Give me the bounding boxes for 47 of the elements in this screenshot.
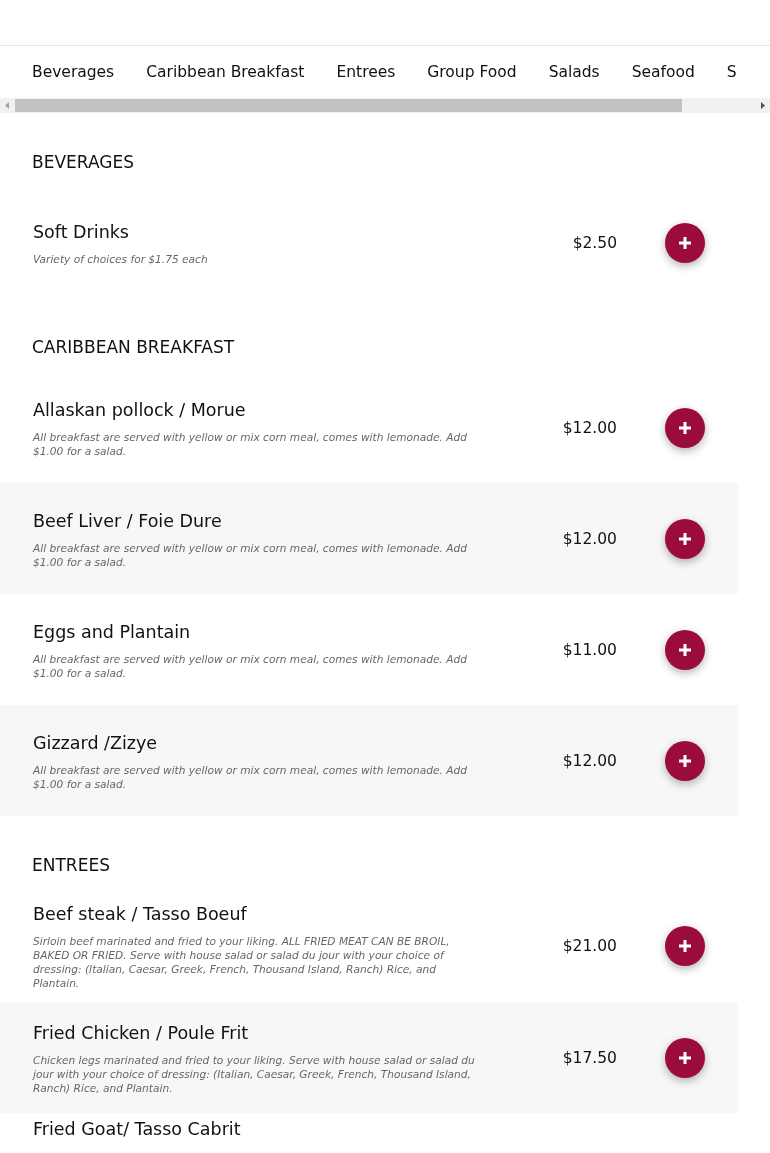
- item-price: $12.00: [562, 751, 617, 770]
- item-name: Fried Chicken / Poule Frit: [33, 1021, 250, 1045]
- item-description: All breakfast are served with yellow or mix corn meal, comes with lemonade. Add $1.00 for a salad.: [33, 540, 468, 569]
- add-button[interactable]: [665, 629, 705, 670]
- item-description: Variety of choices for $1.75 each: [33, 251, 209, 266]
- item-price: $11.00: [562, 640, 617, 659]
- item-name: Beef steak / Tasso Boeuf: [33, 903, 248, 926]
- add-button[interactable]: [665, 1037, 705, 1078]
- item-name: Allaskan pollock / Morue: [33, 398, 247, 422]
- item-name: Beef Liver / Foie Dure: [33, 509, 223, 533]
- section-heading: BEVERAGES: [31, 151, 135, 174]
- plus-icon: [678, 235, 692, 250]
- add-button[interactable]: [665, 222, 705, 263]
- category-tab[interactable]: S: [726, 63, 737, 81]
- item-description: All breakfast are served with yellow or mix corn meal, comes with lemonade. Add $1.00 for a salad.: [33, 651, 468, 680]
- item-description: All breakfast are served with yellow or mix corn meal, comes with lemonade. Add $1.00 for a salad.: [33, 429, 468, 458]
- plus-icon: [678, 1050, 692, 1065]
- add-button[interactable]: [665, 407, 705, 448]
- section-heading: ENTREES: [31, 854, 111, 877]
- item-name: Gizzard /Zizye: [33, 731, 159, 755]
- category-tab[interactable]: Beverages: [32, 63, 115, 81]
- item-name: Fried Goat/ Tasso Cabrit: [33, 1118, 242, 1141]
- plus-icon: [678, 531, 692, 546]
- item-description: Sirloin beef marinated and fried to your liking. ALL FRIED MEAT CAN BE BROIL, BAKED OR FRIED. Serve with house salad or salad du jour with your choice of dressing: (Italian, Caesar, Greek, French, Thousand Island, Ranch) Rice, and Plantain.: [33, 934, 451, 990]
- item-name: Soft Drinks: [33, 220, 130, 244]
- plus-icon: [678, 420, 692, 435]
- item-price: $2.50: [572, 233, 617, 252]
- category-tab[interactable]: Entrees: [336, 63, 396, 81]
- item-description: All breakfast are served with yellow or mix corn meal, comes with lemonade. Add $1.00 for a salad.: [33, 762, 468, 791]
- item-description: Chicken legs marinated and fried to your liking. Serve with house salad or salad du jour with your choice of dressing: (Italian, Caesar, Greek, French, Thousand Island, Ranch) Rice, and Plantain.: [33, 1052, 476, 1095]
- item-price: $17.50: [562, 1048, 617, 1067]
- item-price: $12.00: [562, 529, 617, 548]
- plus-icon: [678, 753, 692, 768]
- item-name: Eggs and Plantain: [33, 620, 192, 644]
- horizontal-scrollbar[interactable]: [0, 98, 770, 113]
- category-tab[interactable]: Group Food: [427, 63, 517, 81]
- item-price: $21.00: [562, 937, 617, 955]
- section-heading: CARIBBEAN BREAKFAST: [31, 336, 236, 359]
- plus-icon: [678, 939, 692, 953]
- category-tab[interactable]: Seafood: [631, 63, 695, 81]
- add-button[interactable]: [665, 518, 705, 559]
- item-price: $12.00: [562, 418, 617, 437]
- category-tab[interactable]: Caribbean Breakfast: [146, 63, 305, 81]
- category-tab[interactable]: Salads: [548, 63, 600, 81]
- add-button[interactable]: [665, 926, 705, 966]
- plus-icon: [678, 642, 692, 657]
- add-button[interactable]: [665, 740, 705, 781]
